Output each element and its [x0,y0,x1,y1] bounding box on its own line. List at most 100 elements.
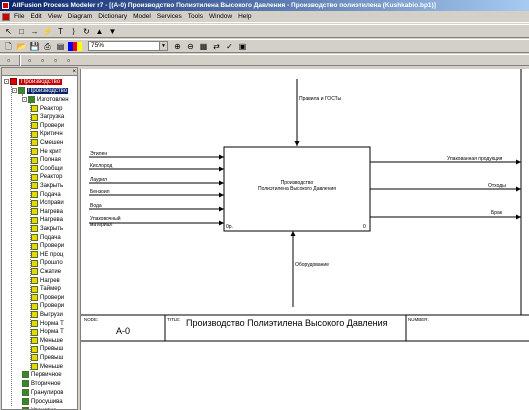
activity-icon [31,191,38,198]
tree-item-label: Полная [40,157,61,164]
tree-item-label: Вторичное [31,380,61,387]
tree-item-branch[interactable]: Просушива [22,397,63,406]
tree-item-label: Загрузка [40,114,65,121]
text-tool-icon[interactable]: T [55,26,66,37]
tree-item-label: Реактор [40,174,63,181]
tree-item-label: Изготовлен [37,96,69,103]
navigator-icon[interactable]: ⇄ [211,41,222,52]
menu-bar: File Edit View Diagram Dictionary Model … [0,11,529,23]
mart-icon-1[interactable]: ▫ [3,55,14,66]
tunnel-tool-icon[interactable]: ⟩ [68,26,79,37]
arrow-tool-icon[interactable]: → [29,26,40,37]
zoom-in-icon[interactable]: ⊕ [172,41,183,52]
activity-icon [31,337,38,345]
activity-name[interactable]: Производство Полиэтилена Высокого Давлен… [224,180,370,192]
menu-model[interactable]: Model [133,13,151,20]
menu-dictionary[interactable]: Dictionary [98,13,127,20]
collapse-icon[interactable]: - [12,88,17,94]
tree-item-label: Нагрева [40,217,63,224]
mart-icon-3[interactable]: ▫ [37,55,48,66]
zoom-out-icon[interactable]: ⊖ [185,41,196,52]
tree-item-label: Просушива [31,398,63,405]
pointer-icon[interactable]: ↖ [3,26,14,37]
tree-item-branch[interactable]: Упаковка [22,406,56,409]
diagram-title[interactable]: Производство Полиэтилена Высокого Давлен… [186,318,388,328]
tree-item-branch[interactable]: Вторичное [22,379,61,388]
tree-item-label: Закрыть [40,182,64,189]
zoom-select[interactable]: 75% ▼ [88,41,168,51]
output-label[interactable]: Брак [491,210,502,216]
input-label[interactable]: Бензоил [90,189,110,195]
save-icon[interactable]: 💾 [29,41,40,52]
new-icon[interactable]: 🗋 [3,41,14,52]
model-explorer-icon[interactable]: ▦ [198,41,209,52]
document-icon[interactable] [2,12,10,21]
activity-icon [28,96,35,103]
input-label[interactable]: Лаурил [90,177,107,183]
menu-edit[interactable]: Edit [30,13,41,20]
menu-file[interactable]: File [14,13,24,20]
activity-cost: 0р. [226,224,233,230]
mart-icon-5[interactable]: ▫ [63,55,74,66]
tree-item-branch[interactable]: Гранулиров [22,388,63,397]
tree-item-label: Норма Т [40,329,64,336]
tree-item-label: Подача [40,191,61,198]
properties-icon[interactable]: ▣ [237,41,248,52]
diagram-canvas[interactable]: Правила и ГОСТы Оборудование Этилен Кисл… [80,69,529,410]
tree-item-label: Провери [40,303,65,310]
activity-icon [31,182,38,190]
tree-item-label: Превыш [40,354,64,361]
input-label[interactable]: Вода [90,203,102,209]
output-label[interactable]: Отходы [488,183,506,189]
menu-services[interactable]: Services [157,13,182,20]
tree-root[interactable]: - Производство [4,77,63,86]
collapse-icon[interactable]: - [4,79,9,85]
collapse-icon[interactable]: - [22,97,27,103]
menu-tools[interactable]: Tools [188,13,203,20]
activity-icon [31,156,38,164]
input-label[interactable]: Этилен [90,151,107,157]
tree-item-level1[interactable]: - Производство [12,86,69,95]
spell-check-icon[interactable]: ✓ [224,41,235,52]
rotate-icon[interactable]: ↻ [81,26,92,37]
box-tool-icon[interactable]: □ [16,26,27,37]
mart-icon-2[interactable]: ▫ [24,55,35,66]
activity-icon [31,113,38,121]
window-titlebar: AllFusion Process Modeler r7 - [(A-0) Пр… [0,0,529,11]
open-icon[interactable]: 📂 [16,41,27,52]
activity-icon [31,139,38,147]
color-palette-icon[interactable] [68,41,83,51]
control-label[interactable]: Правила и ГОСТы [299,96,341,102]
model-mart-toolbar: ▫ ▫ ▫ ▫ ▫ [0,54,529,66]
tree-item-level2[interactable]: - Изготовлен [22,95,69,104]
activity-icon [31,122,38,130]
print-icon[interactable]: ⎙ [42,41,53,52]
tree-item-label: Меньше [40,337,63,344]
close-icon[interactable]: × [72,68,76,76]
menu-help[interactable]: Help [238,13,251,20]
squiggle-tool-icon[interactable]: ⚡ [42,26,53,37]
activity-icon [31,320,38,327]
chevron-down-icon[interactable]: ▼ [159,42,167,50]
tree-item-branch[interactable]: Первичное [22,370,62,379]
menu-diagram[interactable]: Diagram [68,13,93,20]
model-explorer-tree[interactable]: × - Производство - Производство - Изгото… [1,67,78,410]
activity-icon [31,294,38,302]
tree-item-label: Подача [40,234,61,241]
input-label[interactable]: Упаковочный материал [90,216,140,228]
go-child-icon[interactable]: ▼ [107,26,118,37]
menu-view[interactable]: View [48,13,62,20]
activity-icon [31,268,38,276]
mechanism-label[interactable]: Оборудование [295,262,329,268]
tree-item-label: Нагрева [40,208,63,215]
number-label: NUMBER: [408,317,429,322]
app-icon [2,2,9,9]
tree-item-label: Гранулиров [31,389,64,396]
input-label[interactable]: Кислород [90,163,112,169]
activity-icon [31,242,38,250]
menu-window[interactable]: Window [209,13,232,20]
report-icon[interactable]: ▤ [55,41,66,52]
mart-icon-4[interactable]: ▫ [50,55,61,66]
go-parent-icon[interactable]: ▲ [94,26,105,37]
output-label[interactable]: Упакованная продукция [447,156,502,162]
